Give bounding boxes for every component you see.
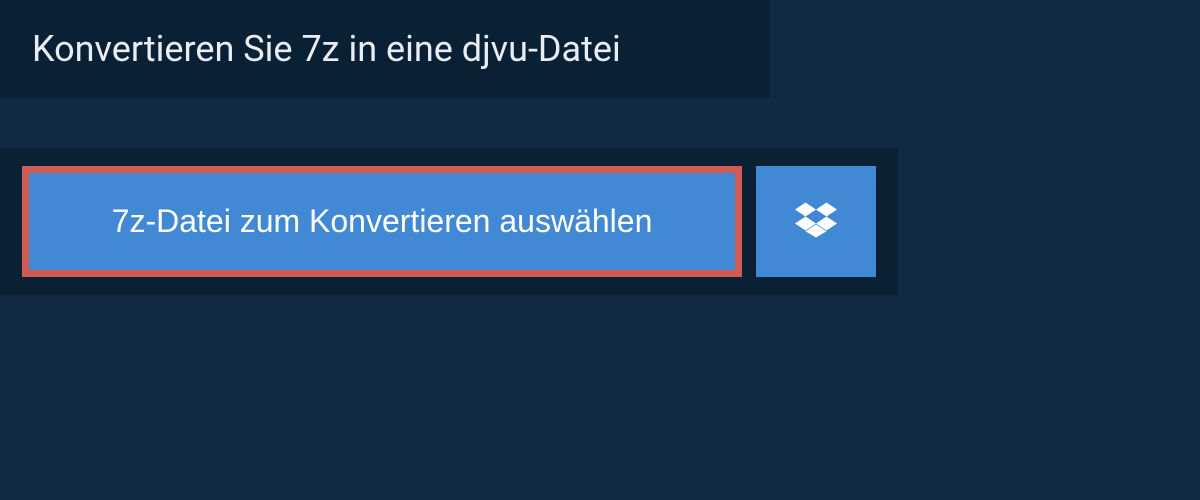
select-file-button[interactable]: 7z-Datei zum Konvertieren auswählen (22, 166, 742, 277)
dropbox-icon (795, 199, 837, 244)
dropbox-button[interactable] (756, 166, 876, 277)
page-title: Konvertieren Sie 7z in eine djvu-Datei (32, 28, 738, 70)
upload-section: 7z-Datei zum Konvertieren auswählen (0, 148, 898, 295)
select-file-label: 7z-Datei zum Konvertieren auswählen (112, 203, 653, 240)
header-bar: Konvertieren Sie 7z in eine djvu-Datei (0, 0, 770, 98)
